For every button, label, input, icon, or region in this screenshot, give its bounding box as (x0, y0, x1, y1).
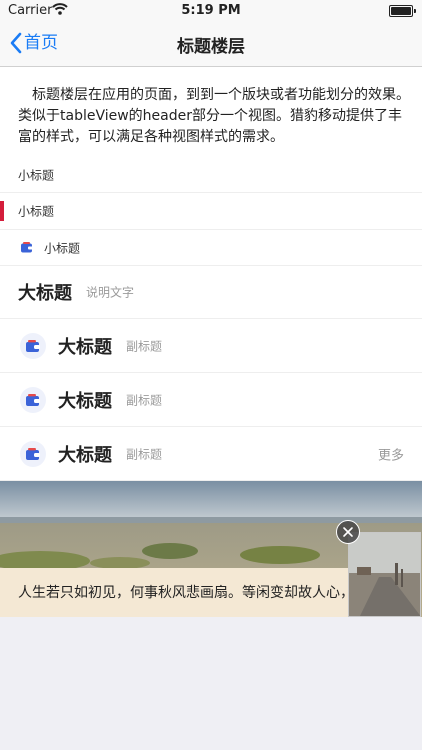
row-title: 大标题 (58, 336, 112, 358)
wallet-icon (20, 440, 46, 467)
wallet-icon (20, 332, 46, 359)
row-title: 小标题 (18, 204, 55, 219)
content-area: 标题楼层在应用的页面，到到一个版块或者功能划分的效果。类似于tableView的… (0, 67, 422, 617)
row-title: 小标题 (44, 241, 81, 255)
close-button[interactable] (336, 520, 360, 544)
title-floor-large-note[interactable]: 大标题 说明文字 (0, 266, 422, 319)
navigation-bar: 首页 标题楼层 (0, 22, 422, 67)
video-banner[interactable]: 人生若只如初见，何事秋风悲画扇。等闲变却故人心， (0, 481, 422, 617)
title-floor-small-icon[interactable]: 小标题 (0, 230, 422, 266)
floating-video-window[interactable] (348, 532, 421, 617)
caption-text: 人生若只如初见，何事秋风悲画扇。等闲变却故人心， (18, 585, 354, 601)
page-title: 标题楼层 (177, 37, 245, 57)
title-floor-small-plain[interactable]: 小标题 (0, 158, 422, 193)
status-bar: Carrier 5:19 PM (0, 0, 422, 22)
title-floor-large-more[interactable]: 大标题 副标题 更多 (0, 427, 422, 481)
close-icon (343, 527, 353, 537)
accent-bar (0, 201, 4, 221)
more-link[interactable]: 更多 (378, 444, 404, 463)
clock: 5:19 PM (181, 3, 241, 18)
road-image (349, 533, 420, 616)
row-note: 说明文字 (86, 285, 135, 300)
title-floor-large-icon[interactable]: 大标题 副标题 (0, 319, 422, 373)
row-subtitle: 副标题 (126, 393, 163, 407)
caption-bar: 人生若只如初见，何事秋风悲画扇。等闲变却故人心， (0, 568, 354, 617)
row-subtitle: 副标题 (126, 447, 163, 461)
row-title: 大标题 (58, 444, 112, 466)
wallet-icon (20, 386, 46, 413)
description-text: 标题楼层在应用的页面，到到一个版块或者功能划分的效果。类似于tableView的… (18, 87, 410, 145)
wallet-icon (20, 238, 34, 257)
row-title: 大标题 (18, 283, 72, 304)
row-title: 大标题 (58, 390, 112, 412)
row-title: 小标题 (18, 168, 55, 183)
title-floor-large-icon[interactable]: 大标题 副标题 (0, 373, 422, 427)
title-floor-small-bar[interactable]: 小标题 (0, 193, 422, 230)
row-subtitle: 副标题 (126, 339, 163, 353)
battery-icon (389, 5, 416, 17)
